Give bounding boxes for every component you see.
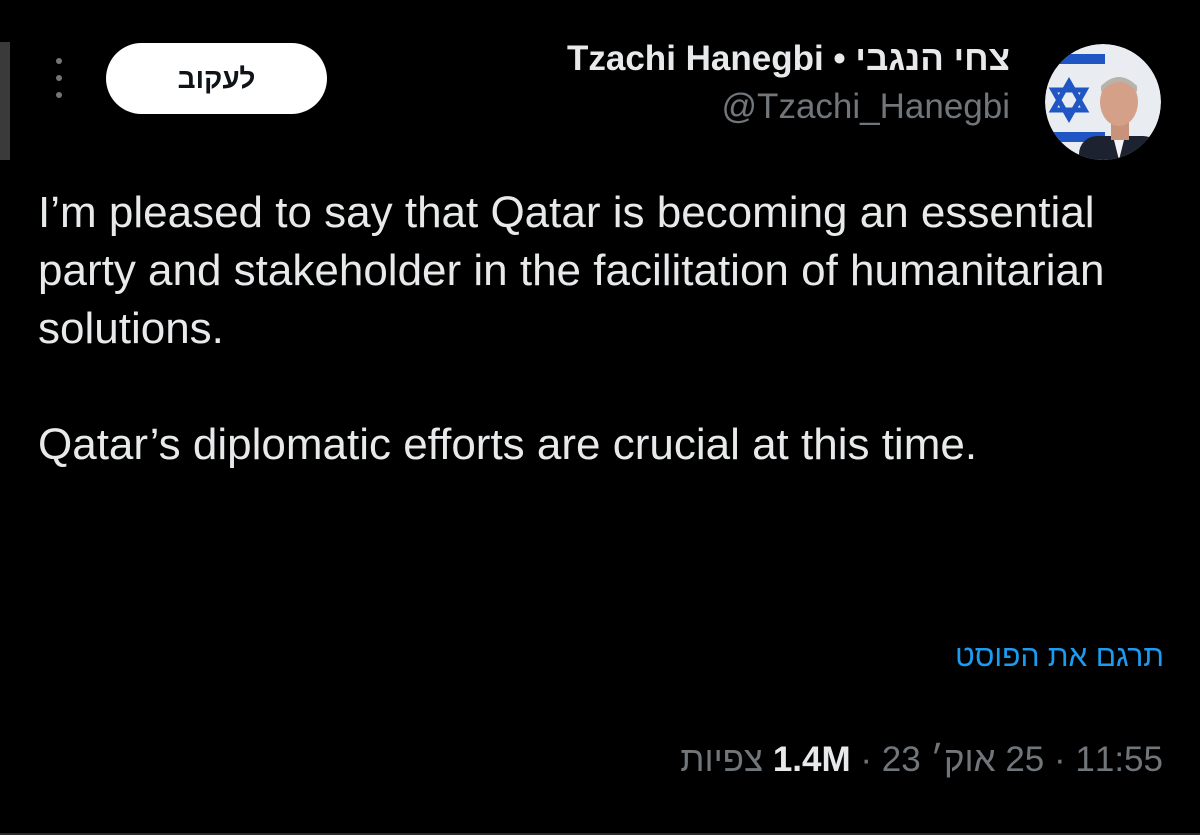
more-dot — [56, 58, 62, 64]
views-label: צפיות — [680, 740, 764, 779]
post-date[interactable]: 25 אוק׳ 23 — [882, 740, 1045, 779]
author-info[interactable]: Tzachi Hanegbi • צחי הנגבי @Tzachi_Haneg… — [567, 36, 1010, 132]
author-handle[interactable]: @Tzachi_Hanegbi — [567, 82, 1010, 132]
separator: · — [851, 740, 872, 779]
more-dot — [56, 75, 62, 81]
more-dot — [56, 92, 62, 98]
separator: · — [1044, 740, 1066, 779]
author-display-name[interactable]: Tzachi Hanegbi • צחי הנגבי — [567, 36, 1010, 82]
avatar[interactable] — [1045, 44, 1161, 160]
post-text: I’m pleased to say that Qatar is becomin… — [38, 184, 1168, 474]
post-paragraph: I’m pleased to say that Qatar is becomin… — [38, 188, 1105, 353]
more-options-icon[interactable] — [50, 58, 68, 98]
views-count: 1.4M — [772, 740, 851, 779]
separator-dot: · — [1054, 740, 1066, 779]
post-metadata: 11:55 · 25 אוק׳ 23 · 1.4M צפיות — [680, 740, 1163, 780]
post-paragraph: Qatar’s diplomatic efforts are crucial a… — [38, 420, 978, 469]
translate-post-link[interactable]: תרגם את הפוסט — [955, 640, 1164, 674]
follow-button[interactable]: לעקוב — [106, 43, 327, 114]
scroll-indicator — [0, 42, 10, 160]
separator-dot: · — [860, 740, 873, 779]
avatar-image — [1045, 44, 1161, 160]
post-time[interactable]: 11:55 — [1075, 740, 1163, 779]
